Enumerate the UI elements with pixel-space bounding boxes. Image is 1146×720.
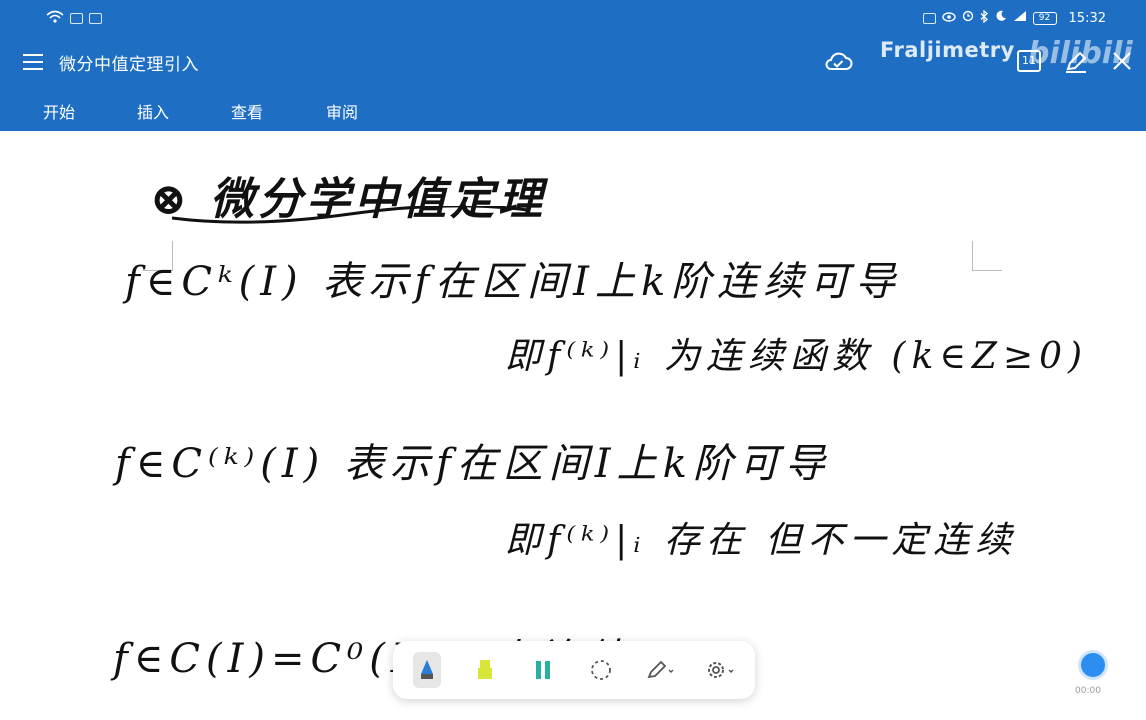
wifi-icon — [46, 10, 64, 27]
eraser-tool-button[interactable] — [529, 652, 557, 688]
lasso-icon — [591, 660, 611, 680]
app-notification-icon — [70, 12, 83, 24]
status-left-icons — [46, 10, 102, 27]
cloud-sync-icon[interactable] — [823, 48, 853, 74]
eraser-icon — [536, 661, 550, 679]
highlighter-tool-button[interactable] — [471, 652, 499, 688]
eye-icon — [941, 11, 956, 26]
menu-icon[interactable] — [23, 54, 43, 70]
close-icon[interactable] — [1111, 50, 1133, 72]
cast-icon — [922, 12, 936, 24]
document-title: 微分中值定理引入 — [59, 54, 199, 75]
pen-toolbar — [393, 641, 755, 699]
tab-home[interactable]: 开始 — [43, 99, 75, 123]
pen-tool-button[interactable] — [413, 652, 441, 688]
dnd-moon-icon — [995, 10, 1007, 26]
status-right-icons: 92 15:32 — [922, 9, 1106, 27]
ribbon-tabs: 开始 插入 查看 审阅 — [0, 88, 1146, 131]
bluetooth-icon — [980, 9, 989, 27]
pencil-options-button[interactable] — [645, 652, 675, 688]
margin-corner-right — [972, 241, 1002, 271]
note-canvas[interactable]: ⊗ 微分学中值定理 f∈Cᵏ(I) 表示f在区间I上k阶连续可导 即f⁽ᵏ⁾|ᵢ… — [0, 131, 1146, 720]
gear-icon — [708, 662, 734, 678]
watermark-text: Fraljimetry — [880, 38, 1015, 62]
note-line-3: f∈C⁽ᵏ⁾(I) 表示f在区间I上k阶可导 — [115, 441, 831, 487]
record-button[interactable] — [1078, 650, 1108, 680]
alarm-icon — [962, 10, 974, 26]
status-bar: 92 15:32 — [0, 0, 1146, 36]
note-line-4: 即f⁽ᵏ⁾|ᵢ 存在 但不一定连续 — [505, 520, 1018, 561]
battery-icon: 92 — [1032, 11, 1057, 25]
status-time: 15:32 — [1068, 10, 1106, 26]
note-line-1: f∈Cᵏ(I) 表示f在区间I上k阶连续可导 — [125, 259, 902, 305]
signal-icon — [1013, 10, 1027, 26]
highlighter-icon — [478, 660, 492, 679]
app-bar: 微分中值定理引入 Fraljimetry 11 bilibili — [0, 36, 1146, 88]
heading-underline — [171, 206, 529, 224]
search-notification-icon — [89, 12, 102, 24]
record-timer: 00:00 — [1075, 686, 1101, 696]
lasso-tool-button[interactable] — [587, 652, 615, 688]
tab-view[interactable]: 查看 — [231, 99, 263, 123]
pencil-icon — [647, 660, 674, 679]
settings-button[interactable] — [705, 652, 735, 688]
note-line-2: 即f⁽ᵏ⁾|ᵢ 为连续函数 (k∈Z≥0) — [505, 336, 1089, 377]
pen-icon — [421, 660, 433, 679]
tab-insert[interactable]: 插入 — [137, 99, 169, 123]
pen-edit-icon[interactable] — [1063, 49, 1089, 75]
tab-review[interactable]: 审阅 — [326, 99, 358, 123]
